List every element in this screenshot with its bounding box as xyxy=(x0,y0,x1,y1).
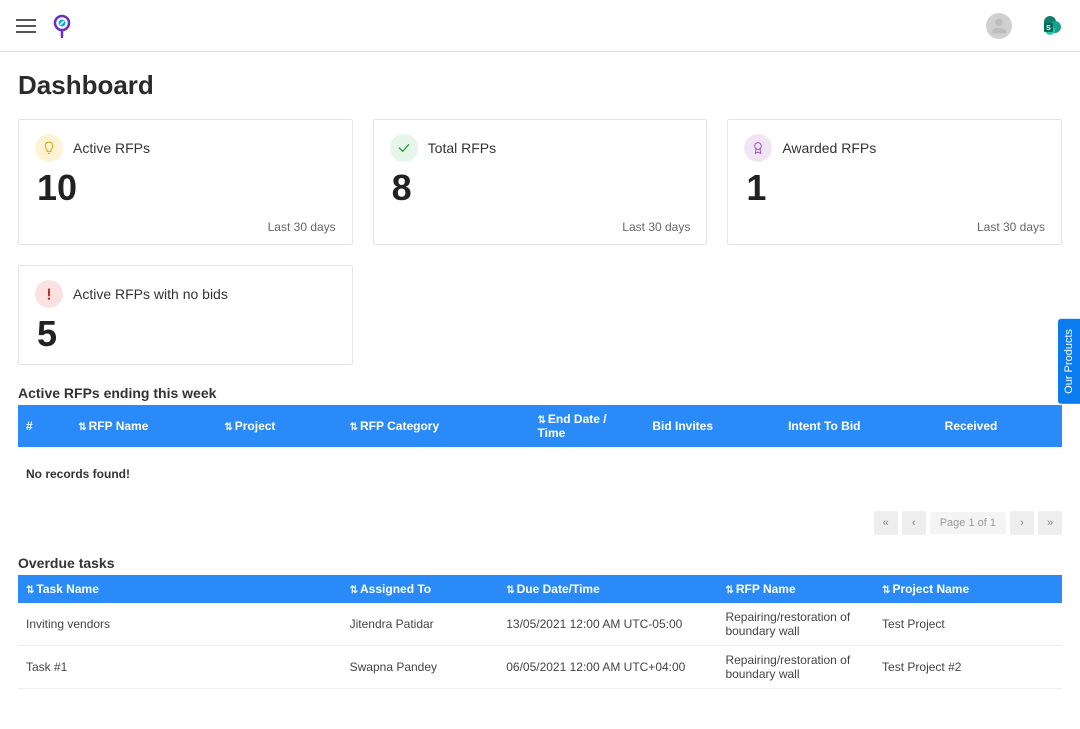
cell-rfp: Repairing/restoration of boundary wall xyxy=(717,646,874,689)
card-total-rfps[interactable]: Total RFPs 8 Last 30 days xyxy=(373,119,708,245)
col-rfp-name[interactable]: ⇅RFP Name xyxy=(70,405,216,447)
col-hash[interactable]: # xyxy=(18,405,70,447)
card-title: Awarded RFPs xyxy=(782,140,876,156)
header-left xyxy=(16,14,74,38)
table-row[interactable]: Inviting vendorsJitendra Patidar13/05/20… xyxy=(18,603,1062,646)
main-content: Dashboard Active RFPs 10 Last 30 days To… xyxy=(0,52,1080,729)
card-footer: Last 30 days xyxy=(390,220,691,234)
app-logo[interactable] xyxy=(50,14,74,38)
card-value: 1 xyxy=(746,170,1045,206)
cell-task: Inviting vendors xyxy=(18,603,342,646)
card-title: Total RFPs xyxy=(428,140,496,156)
card-awarded-rfps[interactable]: Awarded RFPs 1 Last 30 days xyxy=(727,119,1062,245)
pagination: « ‹ Page 1 of 1 › » xyxy=(18,511,1062,535)
col-project-name[interactable]: ⇅Project Name xyxy=(874,575,1062,603)
stats-row-1: Active RFPs 10 Last 30 days Total RFPs 8… xyxy=(18,119,1062,245)
col-assigned[interactable]: ⇅Assigned To xyxy=(342,575,499,603)
card-nobids[interactable]: Active RFPs with no bids 5 xyxy=(18,265,353,365)
ending-table: # ⇅RFP Name ⇅Project ⇅RFP Category ⇅End … xyxy=(18,405,1062,447)
card-value: 5 xyxy=(37,316,336,352)
lightbulb-icon xyxy=(35,134,63,162)
table-row[interactable]: Task #1Swapna Pandey06/05/2021 12:00 AM … xyxy=(18,646,1062,689)
header-right: S xyxy=(986,13,1064,39)
user-avatar-icon[interactable] xyxy=(986,13,1012,39)
col-received[interactable]: Received xyxy=(937,405,1062,447)
cell-project: Test Project #2 xyxy=(874,646,1062,689)
card-title: Active RFPs with no bids xyxy=(73,286,228,302)
card-value: 10 xyxy=(37,170,336,206)
page-first-button[interactable]: « xyxy=(874,511,898,535)
col-bid-invites[interactable]: Bid Invites xyxy=(644,405,780,447)
sharepoint-icon[interactable]: S xyxy=(1040,14,1064,38)
cell-assigned: Swapna Pandey xyxy=(342,646,499,689)
award-icon xyxy=(744,134,772,162)
check-icon xyxy=(390,134,418,162)
col-task-name[interactable]: ⇅Task Name xyxy=(18,575,342,603)
card-footer: Last 30 days xyxy=(744,220,1045,234)
app-header: S xyxy=(0,0,1080,52)
col-project[interactable]: ⇅Project xyxy=(216,405,341,447)
no-records-message: No records found! xyxy=(18,457,1062,511)
col-rfp[interactable]: ⇅RFP Name xyxy=(717,575,874,603)
cell-assigned: Jitendra Patidar xyxy=(342,603,499,646)
our-products-tab[interactable]: Our Products xyxy=(1058,319,1080,404)
col-due[interactable]: ⇅Due Date/Time xyxy=(498,575,717,603)
cell-due: 06/05/2021 12:00 AM UTC+04:00 xyxy=(498,646,717,689)
svg-text:S: S xyxy=(1046,25,1051,32)
stats-row-2: Active RFPs with no bids 5 xyxy=(18,265,1062,365)
menu-icon[interactable] xyxy=(16,19,36,33)
alert-icon xyxy=(35,280,63,308)
overdue-table: ⇅Task Name ⇅Assigned To ⇅Due Date/Time ⇅… xyxy=(18,575,1062,689)
page-last-button[interactable]: » xyxy=(1038,511,1062,535)
page-title: Dashboard xyxy=(18,70,1062,101)
ending-section-title: Active RFPs ending this week xyxy=(18,385,1062,401)
col-category[interactable]: ⇅RFP Category xyxy=(342,405,530,447)
card-active-rfps[interactable]: Active RFPs 10 Last 30 days xyxy=(18,119,353,245)
page-prev-button[interactable]: ‹ xyxy=(902,511,926,535)
card-title: Active RFPs xyxy=(73,140,150,156)
page-next-button[interactable]: › xyxy=(1010,511,1034,535)
cell-task: Task #1 xyxy=(18,646,342,689)
col-intent[interactable]: Intent To Bid xyxy=(780,405,937,447)
cell-due: 13/05/2021 12:00 AM UTC-05:00 xyxy=(498,603,717,646)
cell-project: Test Project xyxy=(874,603,1062,646)
card-footer: Last 30 days xyxy=(35,220,336,234)
cell-rfp: Repairing/restoration of boundary wall xyxy=(717,603,874,646)
card-value: 8 xyxy=(392,170,691,206)
col-end-date[interactable]: ⇅End Date / Time xyxy=(530,405,645,447)
page-indicator: Page 1 of 1 xyxy=(930,512,1006,534)
